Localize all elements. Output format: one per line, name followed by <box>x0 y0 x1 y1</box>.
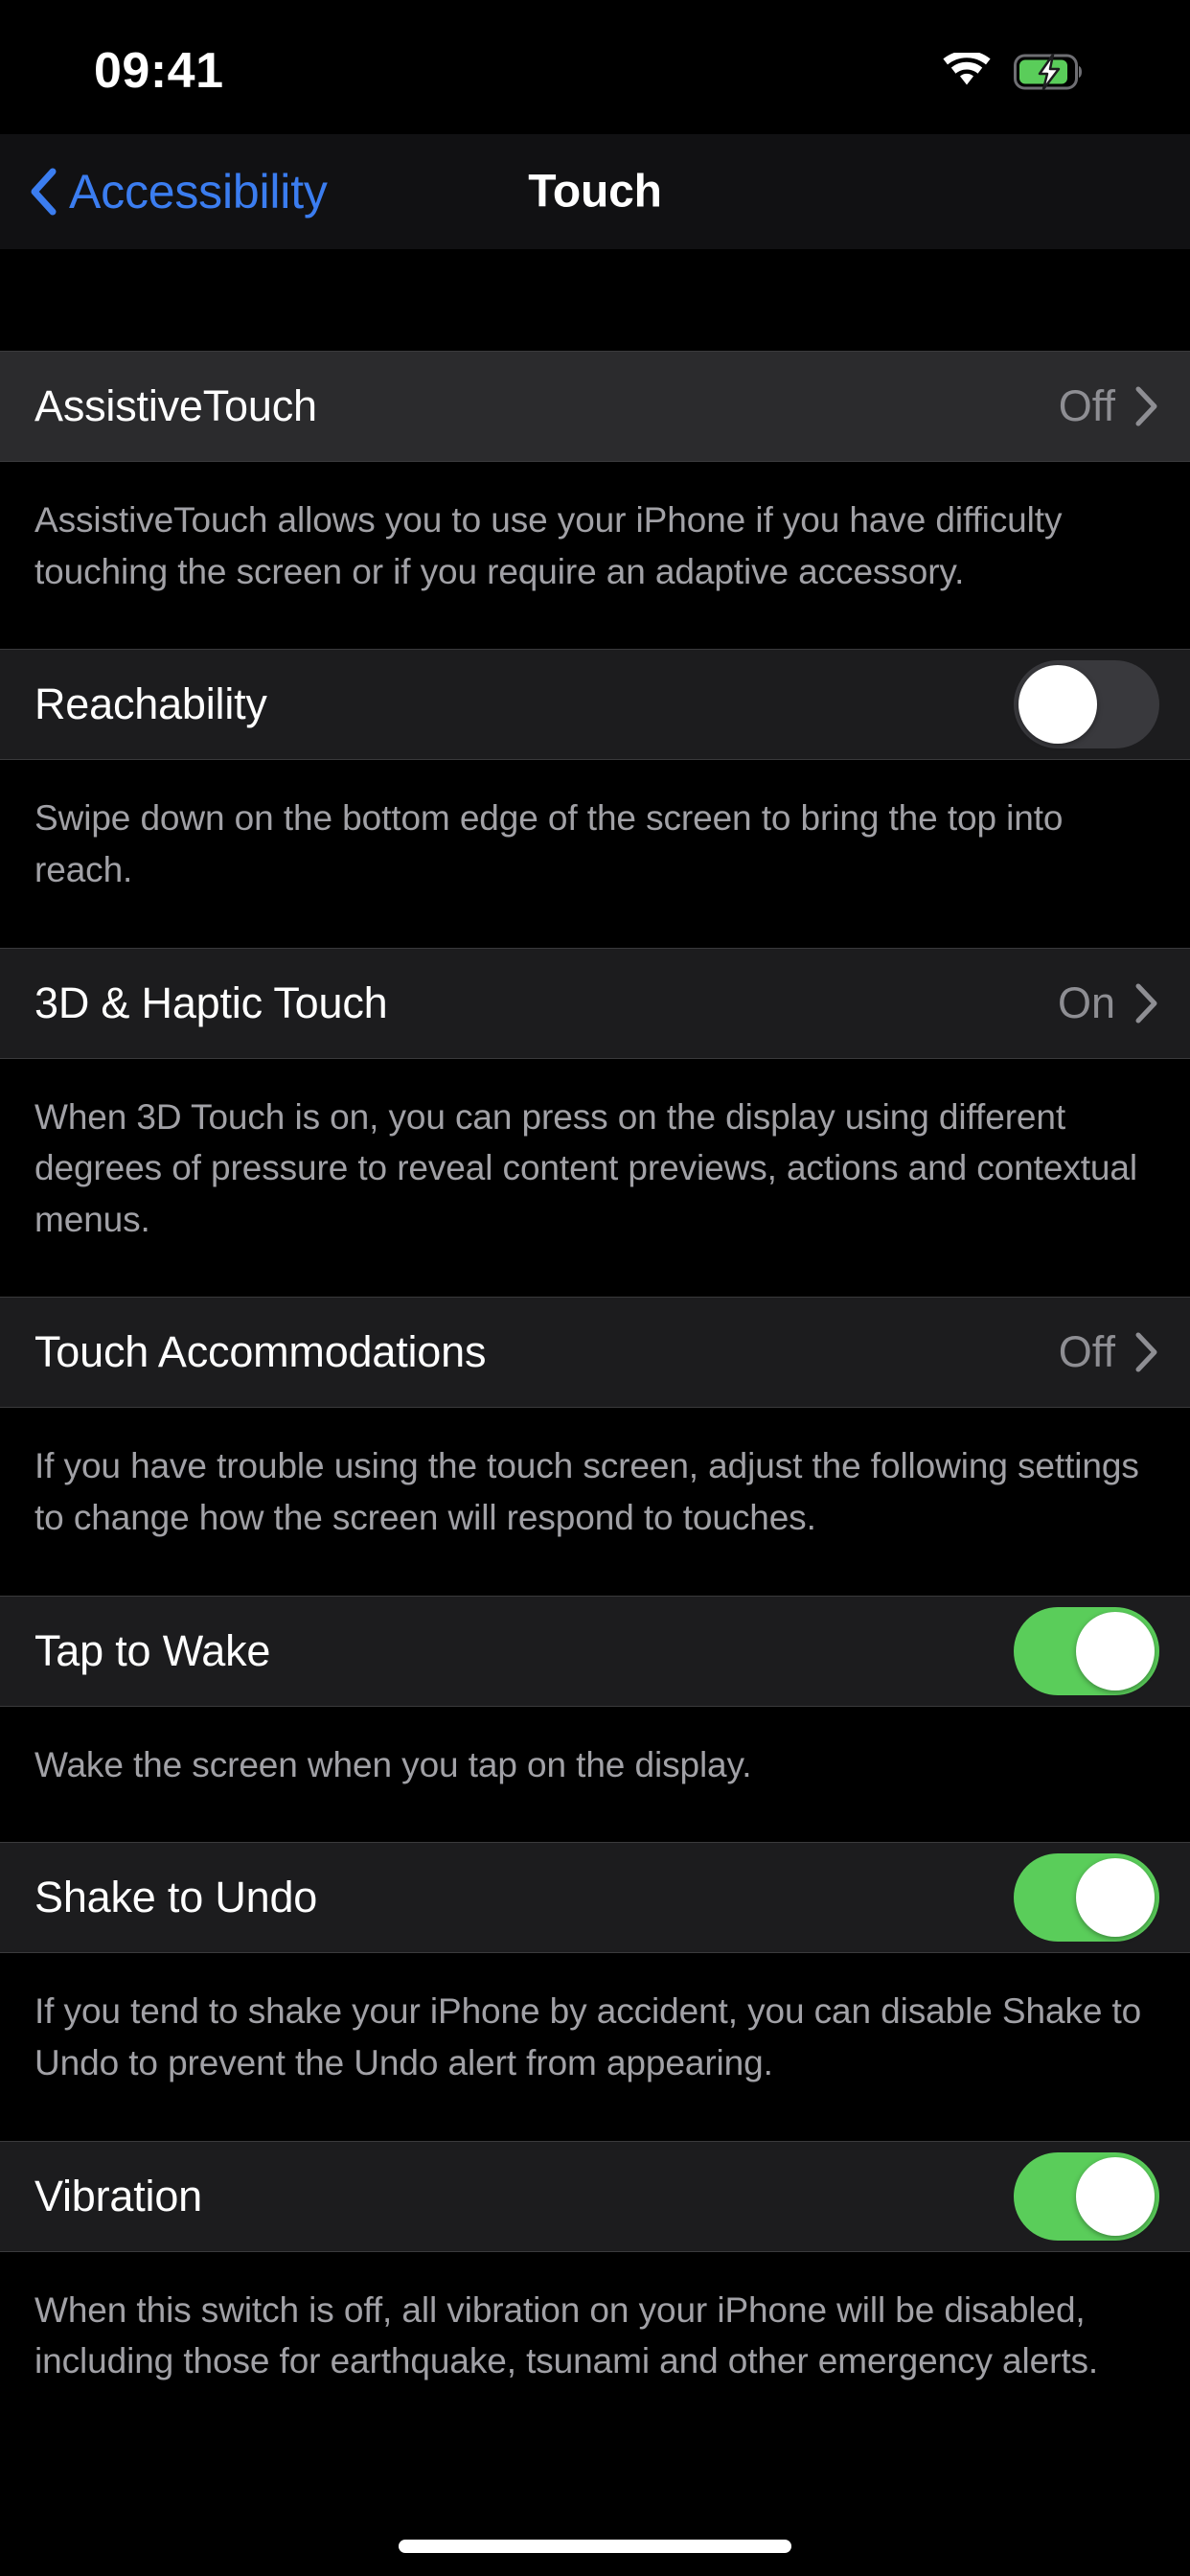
footer-text: If you have trouble using the touch scre… <box>34 1446 1139 1538</box>
settings-row-shake-to-undo[interactable]: Shake to Undo <box>0 1842 1190 1954</box>
reachability-toggle[interactable] <box>1014 660 1159 749</box>
page-title: Touch <box>528 166 662 218</box>
footer-tap-to-wake: Wake the screen when you tap on the disp… <box>0 1706 1190 1843</box>
row-label: Tap to Wake <box>34 1625 271 1675</box>
row-value: On <box>1057 978 1115 1027</box>
settings-row-vibration[interactable]: Vibration <box>0 2140 1190 2252</box>
row-label: 3D & Haptic Touch <box>34 978 388 1027</box>
footer-text: AssistiveTouch allows you to use your iP… <box>34 500 1063 591</box>
row-accessory: Off <box>1059 1327 1159 1377</box>
toggle-knob <box>1076 1611 1155 1690</box>
row-label: Touch Accommodations <box>34 1327 487 1377</box>
battery-charging-icon <box>1014 53 1082 91</box>
settings-row-touch-accommodations[interactable]: Touch Accommodations Off <box>0 1297 1190 1409</box>
vibration-toggle[interactable] <box>1014 2151 1159 2241</box>
settings-row-3d-haptic-touch[interactable]: 3D & Haptic Touch On <box>0 947 1190 1059</box>
navigation-bar: Accessibility Touch <box>0 134 1190 249</box>
footer-text: If you tend to shake your iPhone by acci… <box>34 1991 1142 2083</box>
footer-text: When this switch is off, all vibration o… <box>34 2289 1099 2381</box>
chevron-right-icon <box>1135 1332 1157 1372</box>
chevron-right-icon <box>1135 386 1157 426</box>
footer-reachability: Swipe down on the bottom edge of the scr… <box>0 760 1190 948</box>
iphone-screen: 09:41 Accessibility Touch AssistiveTouch… <box>0 0 1190 2576</box>
footer-3d-haptic-touch: When 3D Touch is on, you can press on th… <box>0 1058 1190 1298</box>
status-bar-time: 09:41 <box>94 43 224 99</box>
settings-row-tap-to-wake[interactable]: Tap to Wake <box>0 1595 1190 1707</box>
toggle-knob <box>1076 1858 1155 1938</box>
wifi-icon <box>943 53 991 85</box>
row-value: Off <box>1058 381 1115 430</box>
settings-row-reachability[interactable]: Reachability <box>0 649 1190 761</box>
settings-table: AssistiveTouch Off AssistiveTouch allows… <box>0 249 1190 2439</box>
row-accessory: On <box>1058 978 1159 1028</box>
footer-text: When 3D Touch is on, you can press on th… <box>34 1096 1137 1239</box>
chevron-right-icon <box>1135 983 1157 1024</box>
row-label: Reachability <box>34 679 267 729</box>
row-accessory: Off <box>1059 381 1159 431</box>
footer-assistivetouch: AssistiveTouch allows you to use your iP… <box>0 462 1190 650</box>
row-label: Shake to Undo <box>34 1873 318 1922</box>
settings-row-assistivetouch[interactable]: AssistiveTouch Off <box>0 351 1190 462</box>
tap-to-wake-toggle[interactable] <box>1014 1606 1159 1695</box>
footer-touch-accommodations: If you have trouble using the touch scre… <box>0 1408 1190 1596</box>
home-indicator[interactable] <box>399 2540 791 2553</box>
toggle-knob <box>1018 665 1097 745</box>
status-bar: 09:41 <box>0 0 1190 134</box>
shake-to-undo-toggle[interactable] <box>1014 1853 1159 1943</box>
row-label: Vibration <box>34 2171 202 2220</box>
footer-vibration: When this switch is off, all vibration o… <box>0 2251 1190 2439</box>
footer-text: Swipe down on the bottom edge of the scr… <box>34 798 1064 889</box>
footer-shake-to-undo: If you tend to shake your iPhone by acci… <box>0 1953 1190 2141</box>
row-value: Off <box>1058 1327 1115 1377</box>
toggle-knob <box>1076 2156 1155 2236</box>
status-bar-indicators <box>941 43 1087 91</box>
row-label: AssistiveTouch <box>34 381 317 430</box>
footer-text: Wake the screen when you tap on the disp… <box>34 1744 752 1784</box>
table-top-spacer <box>0 249 1190 351</box>
